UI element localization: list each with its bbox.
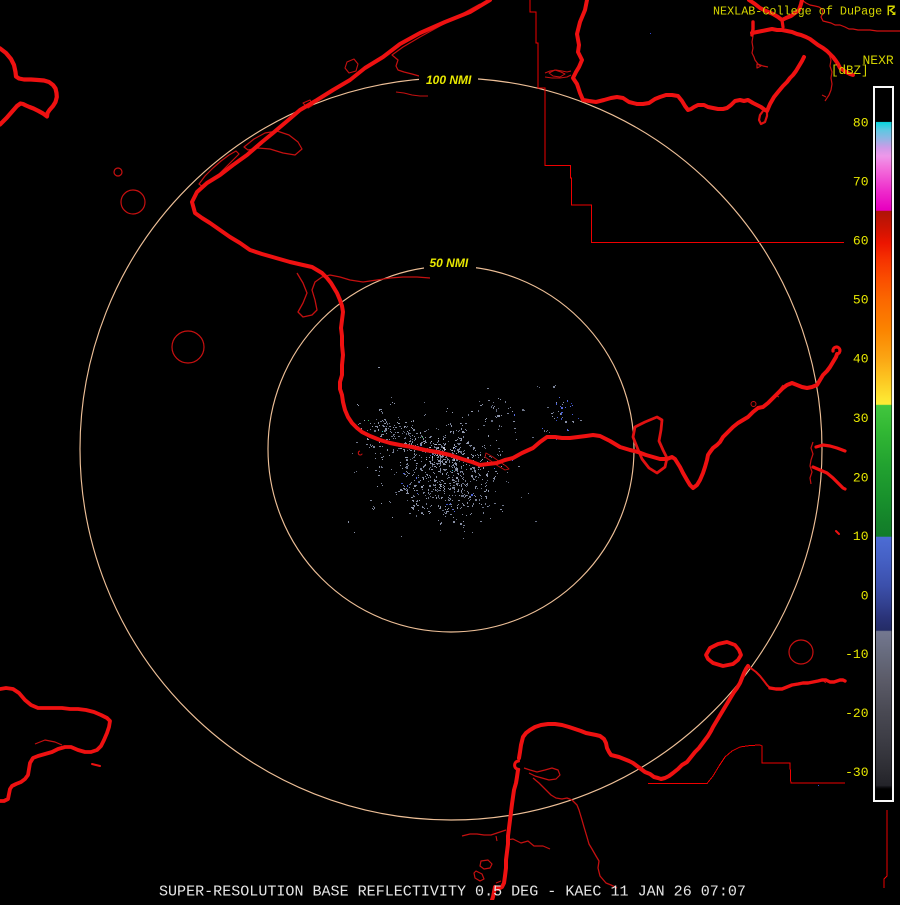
svg-text:10: 10: [853, 529, 869, 544]
svg-text:-10: -10: [845, 647, 868, 662]
svg-text:20: 20: [853, 471, 869, 486]
svg-text:100 NMI: 100 NMI: [426, 73, 472, 87]
svg-text:70: 70: [853, 175, 869, 190]
svg-text:0: 0: [861, 589, 869, 604]
svg-text:80: 80: [853, 116, 869, 131]
svg-text:60: 60: [853, 234, 869, 249]
svg-text:[dBZ]: [dBZ]: [831, 64, 869, 78]
svg-text:-30: -30: [845, 765, 868, 780]
svg-text:-20: -20: [845, 706, 868, 721]
svg-text:NEXLAB-College of DuPage: NEXLAB-College of DuPage: [713, 5, 882, 19]
svg-text:SUPER-RESOLUTION BASE REFLECTI: SUPER-RESOLUTION BASE REFLECTIVITY 0.5 D…: [159, 883, 746, 901]
svg-text:30: 30: [853, 411, 869, 426]
svg-text:40: 40: [853, 352, 869, 367]
svg-text:50 NMI: 50 NMI: [430, 256, 469, 270]
svg-text:50: 50: [853, 293, 869, 308]
